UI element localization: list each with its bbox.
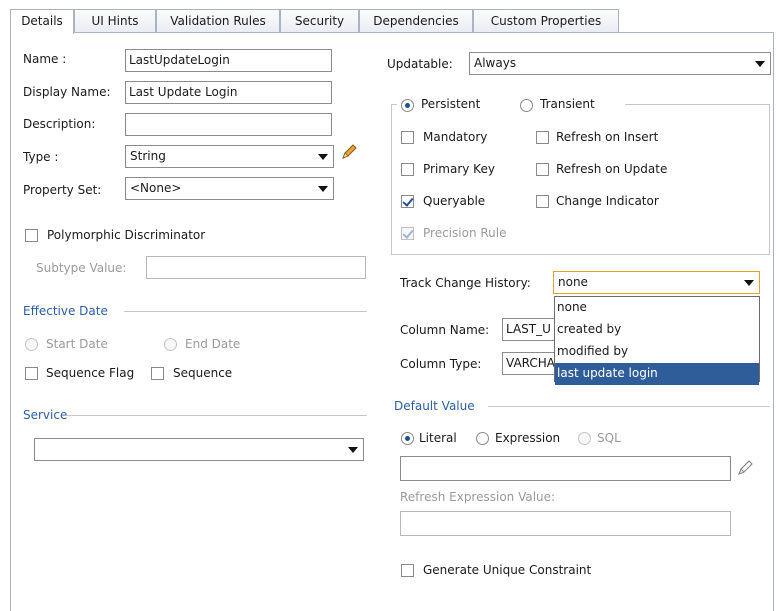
dropdown-option-last-update-login[interactable]: last update login [555,363,759,385]
change-indicator-checkbox[interactable] [536,195,549,208]
chevron-down-icon [318,186,328,192]
chevron-down-icon [318,154,328,160]
updatable-value: Always [474,56,517,70]
mandatory-checkbox[interactable] [401,131,414,144]
expression-label: Expression [495,431,561,445]
transient-radio[interactable] [520,99,533,112]
sequence-checkbox[interactable] [151,367,164,380]
property-set-select[interactable]: <None> [125,177,334,200]
end-date-label: End Date [185,337,241,351]
effective-date-divider [124,311,367,312]
refresh-on-insert-label: Refresh on Insert [556,130,659,144]
type-label: Type : [23,150,59,164]
property-set-label: Property Set: [23,183,102,197]
tab-security[interactable]: Security [280,9,359,33]
subtype-value-field[interactable] [146,256,366,279]
default-value-divider [488,406,770,407]
dropdown-option-created-by[interactable]: created by [555,319,759,341]
track-change-history-select[interactable]: none [553,271,760,294]
generate-unique-constraint-checkbox[interactable] [401,564,414,577]
refresh-on-update-checkbox[interactable] [536,163,549,176]
tab-ui-hints[interactable]: UI Hints [74,9,156,33]
polymorphic-discriminator-label: Polymorphic Discriminator [47,228,206,242]
persistent-radio[interactable] [401,99,414,112]
refresh-on-update-label: Refresh on Update [556,162,668,176]
property-set-value: <None> [130,181,182,195]
refresh-expression-field[interactable] [400,511,731,536]
service-select[interactable] [34,438,364,461]
sql-radio[interactable] [578,432,591,445]
name-label: Name : [23,52,67,66]
dropdown-option-modified-by[interactable]: modified by [555,341,759,363]
name-field[interactable]: LastUpdateLogin [125,49,332,72]
mandatory-label: Mandatory [423,130,488,144]
column-name-field[interactable]: LAST_U [502,318,562,341]
refresh-expression-label: Refresh Expression Value: [400,490,556,504]
description-label: Description: [23,117,96,131]
type-select-value: String [130,149,166,163]
start-date-label: Start Date [46,337,108,351]
tab-dependencies[interactable]: Dependencies [359,9,473,33]
end-date-radio[interactable] [164,338,177,351]
column-type-label: Column Type: [400,357,482,371]
expression-radio[interactable] [476,432,489,445]
subtype-value-label: Subtype Value: [36,261,127,275]
precision-rule-label: Precision Rule [423,226,507,240]
polymorphic-discriminator-checkbox[interactable] [25,229,38,242]
updatable-select[interactable]: Always [469,52,771,75]
chevron-down-icon [755,61,765,67]
generate-unique-constraint-label: Generate Unique Constraint [423,563,592,577]
default-value-field[interactable] [400,456,731,481]
persistent-label: Persistent [421,97,481,111]
track-change-history-label: Track Change History: [400,276,531,290]
column-type-field[interactable]: VARCHA [502,352,562,375]
pencil-edit-icon[interactable] [736,459,754,477]
tab-custom-properties[interactable]: Custom Properties [473,9,619,33]
track-change-history-dropdown: none created by modified by last update … [554,296,760,385]
service-divider [66,415,367,416]
tab-details[interactable]: Details [10,9,74,34]
literal-label: Literal [419,431,457,445]
precision-rule-checkbox[interactable] [401,227,414,240]
refresh-on-insert-checkbox[interactable] [536,131,549,144]
type-select[interactable]: String [125,145,334,168]
primary-key-checkbox[interactable] [401,163,414,176]
display-name-label: Display Name: [23,85,111,99]
queryable-checkbox[interactable] [401,195,414,208]
chevron-down-icon [744,280,754,286]
sql-label: SQL [597,431,621,445]
sequence-flag-checkbox[interactable] [25,367,38,380]
queryable-label: Queryable [423,194,486,208]
default-value-title: Default Value [394,399,475,413]
dropdown-option-none[interactable]: none [555,297,759,319]
sequence-flag-label: Sequence Flag [46,366,135,380]
service-title: Service [23,408,68,422]
track-change-history-value: none [558,275,588,289]
effective-date-title: Effective Date [23,304,108,318]
column-name-label: Column Name: [400,323,490,337]
literal-radio[interactable] [401,432,414,445]
primary-key-label: Primary Key [423,162,495,176]
pencil-edit-icon[interactable] [340,143,358,161]
change-indicator-label: Change Indicator [556,194,659,208]
description-field[interactable] [125,113,332,136]
display-name-field[interactable]: Last Update Login [125,81,332,104]
tab-validation-rules[interactable]: Validation Rules [156,9,280,33]
chevron-down-icon [348,447,358,453]
sequence-label: Sequence [173,366,233,380]
transient-label: Transient [540,97,595,111]
start-date-radio[interactable] [25,338,38,351]
tab-bar: Details UI Hints Validation Rules Securi… [10,9,770,34]
updatable-label: Updatable: [387,57,453,71]
